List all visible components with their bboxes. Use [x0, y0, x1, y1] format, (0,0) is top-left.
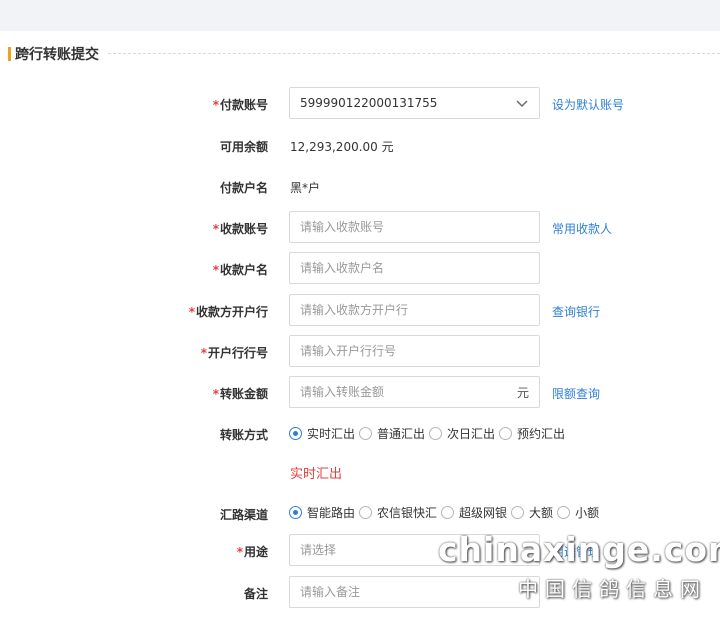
radio-smart-route[interactable]: 智能路由	[289, 504, 355, 521]
payee-bank-input[interactable]	[300, 303, 529, 317]
payee-account-label: *收款账号	[212, 222, 268, 236]
bank-code-field[interactable]	[289, 335, 540, 367]
payee-name-input[interactable]	[300, 261, 529, 275]
query-bank-link[interactable]: 查询银行	[552, 303, 600, 320]
radio-circle-icon	[359, 427, 373, 440]
radio-circle-icon	[289, 506, 302, 519]
payee-account-field[interactable]	[289, 211, 540, 243]
radio-normal[interactable]: 普通汇出	[359, 425, 425, 442]
radio-circle-icon	[289, 427, 302, 440]
channel-group: 智能路由 农信银快汇 超级网银 大额 小额	[289, 504, 603, 521]
frequent-payee-link[interactable]: 常用收款人	[552, 220, 612, 237]
payee-bank-field[interactable]	[289, 294, 540, 326]
purpose-label: *用途	[236, 545, 268, 559]
transfer-mode-group: 实时汇出 普通汇出 次日汇出 预约汇出	[289, 425, 569, 442]
radio-circle-icon	[359, 506, 373, 519]
remark-label: 备注	[243, 587, 268, 601]
radio-super-ebank[interactable]: 超级网银	[441, 504, 507, 521]
payee-name-field[interactable]	[289, 252, 540, 284]
purpose-select[interactable]	[289, 534, 540, 566]
radio-circle-icon	[557, 506, 571, 519]
channel-label: 汇路渠道	[219, 508, 268, 522]
set-default-account-link[interactable]: 设为默认账号	[552, 96, 624, 113]
transfer-mode-hint: 实时汇出	[290, 467, 343, 482]
balance-value: 12,293,200.00 元	[290, 140, 394, 154]
payer-name-value: 黑*户	[290, 181, 321, 195]
remark-input[interactable]	[300, 585, 529, 599]
purpose-manage-link[interactable]: 用途管理	[552, 543, 600, 560]
title-divider	[108, 53, 720, 54]
payee-name-label: *收款户名	[212, 263, 268, 277]
amount-field[interactable]: 元	[289, 376, 540, 408]
payer-account-value: 599990122000131755	[300, 96, 438, 110]
radio-large-amount[interactable]: 大额	[511, 504, 553, 521]
payee-bank-label: *收款方开户行	[188, 305, 268, 319]
section-header: 跨行转账提交	[8, 44, 99, 64]
radio-nongxin-express[interactable]: 农信银快汇	[359, 504, 437, 521]
watermark-text-cn: 中国信鸽信息网	[518, 577, 707, 601]
chevron-down-icon	[516, 100, 528, 107]
balance-label: 可用余额	[219, 140, 268, 154]
purpose-input[interactable]	[300, 543, 529, 557]
radio-small-amount[interactable]: 小额	[557, 504, 599, 521]
payer-name-label: 付款户名	[219, 181, 268, 195]
radio-circle-icon	[429, 427, 443, 440]
bank-code-label: *开户行行号	[200, 346, 268, 360]
section-title: 跨行转账提交	[15, 47, 99, 63]
payee-account-input[interactable]	[300, 220, 529, 234]
radio-next-day[interactable]: 次日汇出	[429, 425, 495, 442]
radio-circle-icon	[441, 506, 455, 519]
amount-label: *转账金额	[212, 387, 268, 401]
bank-code-input[interactable]	[300, 344, 529, 358]
radio-circle-icon	[511, 506, 525, 519]
payer-account-select[interactable]: 599990122000131755	[289, 87, 540, 119]
radio-circle-icon	[499, 427, 513, 440]
radio-scheduled[interactable]: 预约汇出	[499, 425, 565, 442]
remark-field[interactable]	[289, 576, 540, 608]
radio-realtime[interactable]: 实时汇出	[289, 425, 355, 442]
transfer-mode-label: 转账方式	[219, 428, 268, 442]
amount-unit: 元	[516, 385, 529, 400]
top-bar	[0, 0, 720, 31]
amount-input[interactable]	[300, 385, 511, 399]
accent-bar	[8, 47, 11, 61]
payer-account-label: *付款账号	[212, 98, 268, 112]
limit-query-link[interactable]: 限额查询	[552, 385, 600, 402]
